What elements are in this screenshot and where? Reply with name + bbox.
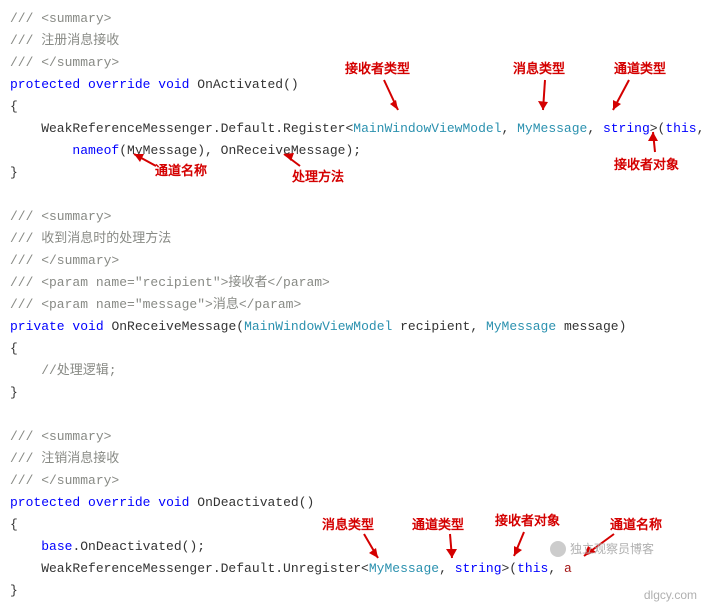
watermark-icon [550,541,566,557]
code-line: protected override void OnDeactivated() [10,492,699,514]
code-line: /// <param name="message">消息</param> [10,294,699,316]
code-line: /// </summary> [10,52,699,74]
code-line: private void OnReceiveMessage(MainWindow… [10,316,699,338]
code-line: /// 收到消息时的处理方法 [10,228,699,250]
code-line: /// <param name="recipient">接收者</param> [10,272,699,294]
code-line [10,184,699,206]
code-line: } [10,382,699,404]
code-block: /// <summary>/// 注册消息接收/// </summary>pro… [10,8,699,602]
code-line: /// </summary> [10,470,699,492]
code-line: { [10,96,699,118]
code-line: { [10,338,699,360]
watermark: 独立观察员博客 [550,538,654,560]
code-line: /// <summary> [10,426,699,448]
code-line: /// <summary> [10,206,699,228]
code-line: } [10,580,699,602]
code-line: //处理逻辑; [10,360,699,382]
watermark-text: 独立观察员博客 [570,538,654,560]
code-line: /// 注册消息接收 [10,30,699,52]
code-line: nameof(MyMessage), OnReceiveMessage); [10,140,699,162]
code-line: WeakReferenceMessenger.Default.Register<… [10,118,699,140]
code-line: /// </summary> [10,250,699,272]
code-line: /// <summary> [10,8,699,30]
code-line: } [10,162,699,184]
code-line: WeakReferenceMessenger.Default.Unregiste… [10,558,699,580]
code-line [10,404,699,426]
code-line: /// 注销消息接收 [10,448,699,470]
url-watermark: dlgcy.com [644,584,697,606]
code-line: protected override void OnActivated() [10,74,699,96]
code-line: { [10,514,699,536]
